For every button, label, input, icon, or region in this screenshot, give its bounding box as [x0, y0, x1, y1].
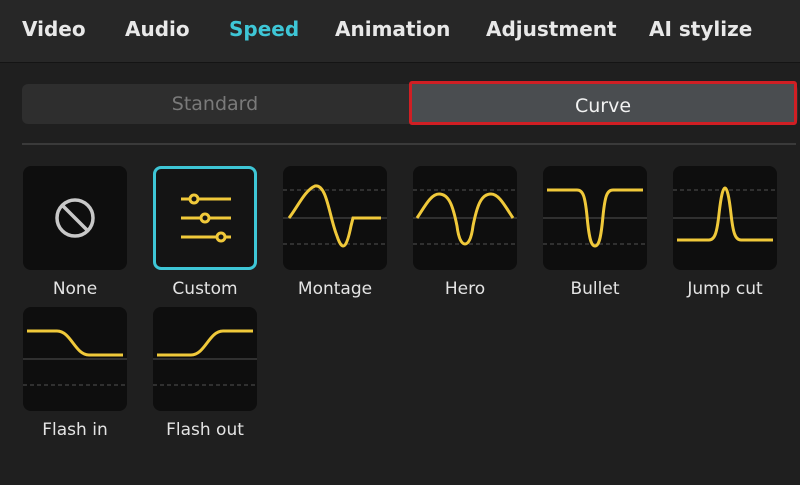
- preset-tile[interactable]: [283, 166, 387, 270]
- preset-flash-out[interactable]: Flash out: [153, 307, 257, 440]
- tab-audio[interactable]: Audio: [125, 14, 190, 44]
- jump-cut-curve-icon: [673, 186, 777, 242]
- preset-label: Bullet: [570, 279, 620, 299]
- preset-label: Custom: [172, 279, 238, 299]
- preset-tile[interactable]: [413, 166, 517, 270]
- custom-sliders-icon: [181, 193, 231, 243]
- preset-label: Flash in: [42, 420, 108, 440]
- preset-none[interactable]: None: [23, 166, 127, 299]
- preset-flash-in[interactable]: Flash in: [23, 307, 127, 440]
- preset-label: None: [52, 279, 98, 299]
- tab-speed[interactable]: Speed: [229, 14, 299, 44]
- preset-jump-cut[interactable]: Jump cut: [673, 166, 777, 299]
- preset-bullet[interactable]: Bullet: [543, 166, 647, 299]
- hero-curve-icon: [413, 189, 517, 246]
- preset-tile-selected[interactable]: [153, 166, 257, 270]
- preset-custom[interactable]: Custom: [153, 166, 257, 299]
- preset-hero[interactable]: Hero: [413, 166, 517, 299]
- preset-tile[interactable]: [23, 166, 127, 270]
- tab-video[interactable]: Video: [22, 14, 86, 44]
- speed-panel: Video Audio Speed Animation Adjustment A…: [0, 0, 800, 485]
- speed-mode-segment: Standard Curve: [22, 81, 798, 125]
- standard-mode-button[interactable]: Standard: [22, 84, 408, 124]
- none-icon: [55, 198, 95, 238]
- flash-in-curve-icon: [23, 329, 127, 386]
- top-tab-bar: Video Audio Speed Animation Adjustment A…: [0, 0, 800, 63]
- preset-montage[interactable]: Montage: [283, 166, 387, 299]
- preset-tile[interactable]: [673, 166, 777, 270]
- tab-animation[interactable]: Animation: [335, 14, 450, 44]
- preset-tile[interactable]: [543, 166, 647, 270]
- preset-label: Jump cut: [687, 279, 763, 299]
- preset-label: Hero: [444, 279, 486, 299]
- preset-tile[interactable]: [23, 307, 127, 411]
- section-divider: [22, 143, 796, 145]
- curve-mode-button[interactable]: Curve: [409, 81, 797, 125]
- flash-out-curve-icon: [153, 329, 257, 386]
- bullet-curve-icon: [543, 188, 647, 248]
- preset-label: Montage: [297, 279, 373, 299]
- tab-adjustment[interactable]: Adjustment: [486, 14, 617, 44]
- tab-ai-stylize[interactable]: AI stylize: [649, 14, 752, 44]
- preset-label: Flash out: [166, 420, 244, 440]
- preset-tile[interactable]: [153, 307, 257, 411]
- montage-curve-icon: [283, 184, 387, 248]
